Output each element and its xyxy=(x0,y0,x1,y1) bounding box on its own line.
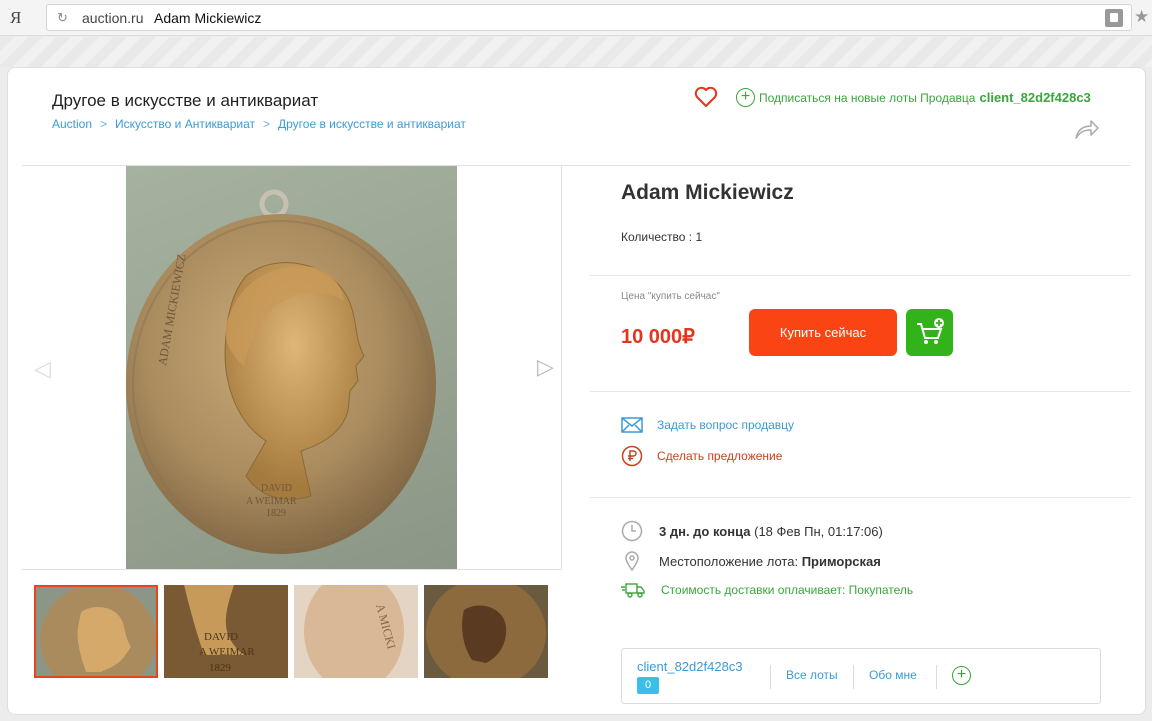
shipping-text: Стоимость доставки оплачивает: Покупател… xyxy=(661,583,914,597)
breadcrumb-separator: > xyxy=(262,117,270,131)
fullscreen-expand-icon[interactable] xyxy=(510,184,544,218)
time-left-detail: (18 Фев Пн, 01:17:06) xyxy=(754,523,883,539)
seller-box: client_82d2f428c3 0 Все лоты Обо мне + xyxy=(621,648,1101,704)
location-value: Приморская xyxy=(801,553,881,569)
location-row: Местоположение лота: Приморская xyxy=(621,550,881,572)
thumbnail-3[interactable]: A MICKI xyxy=(294,585,418,678)
divider xyxy=(770,665,771,689)
about-seller-link[interactable]: Обо мне xyxy=(869,668,917,682)
thumbnail-2[interactable]: DAVID A WEIMAR 1829 xyxy=(164,585,288,678)
divider xyxy=(590,391,1131,392)
shipping-row: Стоимость доставки оплачивает: Покупател… xyxy=(621,582,913,598)
medal-image: ADAM MICKIEWICZ DAVID A WEIMAR 1829 xyxy=(126,189,436,554)
thumbnail-4[interactable] xyxy=(424,585,548,678)
svg-text:1829: 1829 xyxy=(209,662,232,674)
image-gallery: ADAM MICKIEWICZ DAVID A WEIMAR 1829 ◁ ▷ xyxy=(22,166,562,570)
ask-seller-link[interactable]: Задать вопрос продавцу xyxy=(621,417,794,433)
favorite-heart-icon[interactable] xyxy=(694,86,718,108)
next-image-arrow[interactable]: ▷ xyxy=(537,354,554,380)
breadcrumb-separator: > xyxy=(100,117,108,131)
divider xyxy=(590,275,1131,276)
make-offer-label: Сделать предложение xyxy=(657,449,783,463)
svg-text:A WEIMAR: A WEIMAR xyxy=(246,496,297,507)
breadcrumb: Auction > Искусство и Антиквариат > Другое в… xyxy=(52,117,466,131)
divider xyxy=(590,497,1131,498)
delivery-truck-icon xyxy=(621,583,645,598)
svg-text:DAVID: DAVID xyxy=(204,631,238,643)
reload-icon[interactable]: ↻ xyxy=(57,10,68,26)
lot-title: Adam Mickiewicz xyxy=(621,181,794,204)
url-page-title: Adam Mickiewicz xyxy=(154,10,262,26)
thumbnail-medal-reverse xyxy=(424,585,548,678)
cart-icon xyxy=(917,318,944,344)
divider xyxy=(936,665,937,689)
clock-icon xyxy=(621,520,643,542)
ask-seller-label: Задать вопрос продавцу xyxy=(657,418,795,432)
thumbnail-medal-signature: DAVID A WEIMAR 1829 xyxy=(164,585,288,678)
quantity-text: Количество : 1 xyxy=(621,230,703,244)
bookmark-star-icon[interactable]: ★ xyxy=(1134,7,1149,27)
svg-text:DAVID: DAVID xyxy=(261,483,292,494)
location-pin-icon xyxy=(625,551,639,572)
price-label: Цена "купить сейчас" xyxy=(621,291,720,302)
make-offer-link[interactable]: Сделать предложение xyxy=(621,445,782,467)
subscribe-link[interactable]: + Подписаться на новые лоты Продавца cli… xyxy=(736,88,1091,107)
thumbnail-1[interactable] xyxy=(34,585,158,678)
thumbnail-medal-edge: A MICKI xyxy=(294,585,418,678)
prev-image-arrow[interactable]: ◁ xyxy=(34,356,51,382)
background-pattern xyxy=(0,37,1152,67)
location-label: Местоположение лота: xyxy=(659,553,799,569)
time-left-value: 3 дн. до конца xyxy=(659,523,751,539)
lock-icon[interactable] xyxy=(1105,9,1123,27)
all-lots-link[interactable]: Все лоты xyxy=(786,668,838,682)
subscribe-seller-plus-icon[interactable]: + xyxy=(952,666,971,685)
subscribe-text: Подписаться на новые лоты Продавца xyxy=(759,90,976,105)
breadcrumb-item[interactable]: Другое в искусстве и антиквариат xyxy=(278,117,466,131)
buy-now-button[interactable]: Купить сейчас xyxy=(749,309,897,356)
ruble-icon xyxy=(621,445,643,467)
yandex-logo[interactable]: Я xyxy=(10,8,21,28)
svg-text:1829: 1829 xyxy=(266,508,286,519)
browser-toolbar: Я ↻ auction.ru Adam Mickiewicz ★ xyxy=(0,0,1152,36)
subscribe-seller-id[interactable]: client_82d2f428c3 xyxy=(979,90,1090,105)
main-photo[interactable]: ADAM MICKIEWICZ DAVID A WEIMAR 1829 xyxy=(126,166,457,569)
svg-text:A WEIMAR: A WEIMAR xyxy=(199,646,255,658)
plus-circle-icon: + xyxy=(736,88,755,107)
url-domain: auction.ru xyxy=(82,10,144,26)
time-left-row: 3 дн. до конца (18 Фев Пн, 01:17:06) xyxy=(621,520,883,542)
divider xyxy=(853,665,854,689)
add-to-cart-button[interactable] xyxy=(906,309,953,356)
envelope-icon xyxy=(621,417,643,433)
seller-rating-badge[interactable]: 0 xyxy=(637,677,659,694)
thumbnail-medal-front xyxy=(36,587,156,676)
seller-name-link[interactable]: client_82d2f428c3 xyxy=(637,659,743,674)
share-icon[interactable] xyxy=(1074,118,1100,140)
price-value: 10 000₽ xyxy=(621,326,695,348)
address-bar[interactable]: ↻ auction.ru Adam Mickiewicz xyxy=(46,4,1132,31)
lot-card: Другое в искусстве и антиквариат Auction… xyxy=(7,67,1146,715)
category-title: Другое в искусстве и антиквариат xyxy=(52,91,319,110)
breadcrumb-item[interactable]: Auction xyxy=(52,117,92,131)
breadcrumb-item[interactable]: Искусство и Антиквариат xyxy=(115,117,255,131)
